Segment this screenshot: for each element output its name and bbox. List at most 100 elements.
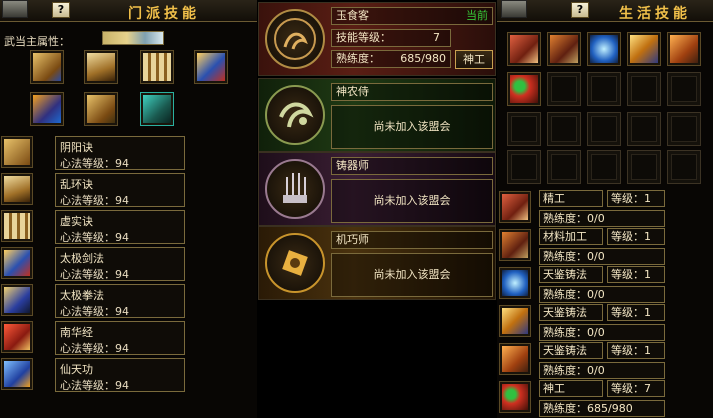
not-joined-message: 尚未加入该盟会 — [331, 105, 493, 149]
profession-name-box: 玉食客 当前 — [331, 7, 493, 25]
shengong-button[interactable]: 神工 — [455, 50, 493, 69]
skill-name: 虚实诀 — [60, 215, 93, 228]
skill-name: 乱环诀 — [60, 178, 93, 191]
life-skill-row[interactable]: 材料加工 等级：1 熟练度：0/0 — [497, 228, 713, 266]
skill-name: 仙天功 — [60, 363, 93, 376]
skill-row[interactable]: 仙天功 心法等级：94 — [0, 358, 186, 392]
profession-card-herbalist[interactable]: 神农侍 尚未加入该盟会 — [258, 78, 496, 152]
profession-card-smith[interactable]: 铸器师 尚未加入该盟会 — [258, 152, 496, 226]
profession-name-box: 铸器师 — [331, 157, 493, 175]
help-button[interactable]: ? — [571, 2, 589, 18]
scroll-icon — [1, 136, 33, 168]
empty-slot[interactable] — [547, 112, 581, 146]
life-skill-row[interactable]: 天鉴铸法 等级：1 熟练度：0/0 — [497, 266, 713, 304]
life-skill-row[interactable]: 天鉴铸法 等级：1 熟练度：0/0 — [497, 304, 713, 342]
skill-info-box: 仙天功 心法等级：94 — [55, 358, 185, 392]
life-skill-name: 精工 — [539, 190, 603, 207]
not-joined-message: 尚未加入该盟会 — [331, 179, 493, 223]
current-status-badge: 当前 — [466, 9, 488, 22]
scroll-icon[interactable] — [30, 50, 64, 84]
skill-row[interactable]: 南华经 心法等级：94 — [0, 321, 186, 355]
life-skill-proficiency: 熟练度：0/0 — [539, 210, 665, 227]
skill-row[interactable]: 太极剑法 心法等级：94 — [0, 247, 186, 281]
skill-level: 心法等级：94 — [60, 305, 129, 318]
life-skill-proficiency: 熟练度：685/980 — [539, 400, 665, 417]
skill-level: 心法等级：94 — [60, 379, 129, 392]
empty-slot[interactable] — [587, 150, 621, 184]
sect-title: 门派技能 — [128, 6, 200, 22]
empty-slot[interactable] — [587, 112, 621, 146]
empty-slot[interactable] — [547, 72, 581, 106]
material-icon[interactable] — [547, 32, 581, 66]
profession-name-box: 神农侍 — [331, 83, 493, 101]
skill-row[interactable]: 虚实诀 心法等级：94 — [0, 210, 186, 244]
skill-row[interactable]: 乱环诀 心法等级：94 — [0, 173, 186, 207]
material-icon — [499, 229, 531, 261]
profession-name: 神农侍 — [336, 85, 369, 98]
profession-name-box: 机巧师 — [331, 231, 493, 249]
skill-row[interactable]: 太极拳法 心法等级：94 — [0, 284, 186, 318]
help-button[interactable]: ? — [52, 2, 70, 18]
chest-icon[interactable] — [667, 32, 701, 66]
profession-name: 机巧师 — [336, 233, 369, 246]
spirit-book-icon — [1, 358, 33, 390]
life-skill-name: 材料加工 — [539, 228, 603, 245]
profession-name: 铸器师 — [336, 159, 369, 172]
blue-book-icon[interactable] — [194, 50, 228, 84]
forge-blue-icon — [499, 267, 531, 299]
red-book-icon — [1, 321, 33, 353]
skill-name: 南华经 — [60, 326, 93, 339]
empty-slot[interactable] — [627, 112, 661, 146]
life-skill-row[interactable]: 精工 等级：1 熟练度：0/0 — [497, 190, 713, 228]
life-skills-panel: ? 生活技能 精工 等级：1 熟练度：0/0 材料加工 等级：1 熟练度：0/0… — [497, 0, 713, 418]
skill-level: 心法等级：94 — [60, 342, 129, 355]
profession-name: 玉食客 — [336, 9, 369, 22]
empty-slot[interactable] — [627, 150, 661, 184]
proficiency-box: 熟练度： 685/980 — [331, 50, 451, 68]
spirit-book-icon[interactable] — [30, 92, 64, 126]
empty-slot[interactable] — [667, 112, 701, 146]
life-skill-row[interactable]: 天鉴铸法 等级：1 熟练度：0/0 — [497, 342, 713, 380]
life-skill-name: 天鉴铸法 — [539, 304, 603, 321]
empty-slot[interactable] — [507, 150, 541, 184]
forge-blue-icon[interactable] — [587, 32, 621, 66]
empty-slot[interactable] — [547, 150, 581, 184]
attribute-label: 武当主属性： — [4, 35, 70, 48]
life-skill-level: 等级：1 — [607, 304, 665, 321]
profession-card-mechanic[interactable]: 机巧师 尚未加入该盟会 — [258, 226, 496, 300]
scroll-bundle-icon[interactable] — [140, 50, 174, 84]
empty-slot[interactable] — [667, 150, 701, 184]
blue-book-icon — [1, 247, 33, 279]
skill-row[interactable]: 阴阳诀 心法等级：94 — [0, 136, 186, 170]
hammer-anvil-icon[interactable] — [627, 32, 661, 66]
empty-slot[interactable] — [667, 72, 701, 106]
skill-name: 太极剑法 — [60, 252, 104, 265]
life-title: 生活技能 — [619, 6, 691, 22]
skill-info-box: 阴阳诀 心法等级：94 — [55, 136, 185, 170]
life-skill-level: 等级：1 — [607, 190, 665, 207]
scroll-icon[interactable] — [84, 92, 118, 126]
life-skill-proficiency: 熟练度：0/0 — [539, 324, 665, 341]
life-skill-row[interactable]: 神工 等级：7 熟练度：685/980 — [497, 380, 713, 418]
chef-emblem-icon — [265, 9, 325, 69]
herb-emblem-icon — [265, 85, 325, 145]
skill-level: 心法等级：94 — [60, 231, 129, 244]
open-book-icon[interactable] — [84, 50, 118, 84]
pillar-ornament — [2, 0, 28, 18]
blue-book-icon — [1, 284, 33, 316]
life-skill-proficiency: 熟练度：0/0 — [539, 286, 665, 303]
skill-info-box: 虚实诀 心法等级：94 — [55, 210, 185, 244]
life-skill-name: 天鉴铸法 — [539, 342, 603, 359]
skill-name: 太极拳法 — [60, 289, 104, 302]
mechanism-emblem-icon — [265, 233, 325, 293]
hammer-anvil-icon — [499, 305, 531, 337]
profession-card-chef[interactable]: 玉食客 当前 技能等级： 7 熟练度： 685/980 神工 — [258, 2, 496, 76]
empty-slot[interactable] — [627, 72, 661, 106]
empty-slot[interactable] — [587, 72, 621, 106]
empty-slot[interactable] — [507, 112, 541, 146]
craft-hands-icon[interactable] — [507, 32, 541, 66]
green-book-icon[interactable] — [140, 92, 174, 126]
skill-name: 阴阳诀 — [60, 141, 93, 154]
gourd-icon[interactable] — [507, 72, 541, 106]
attribute-bar — [102, 31, 164, 45]
